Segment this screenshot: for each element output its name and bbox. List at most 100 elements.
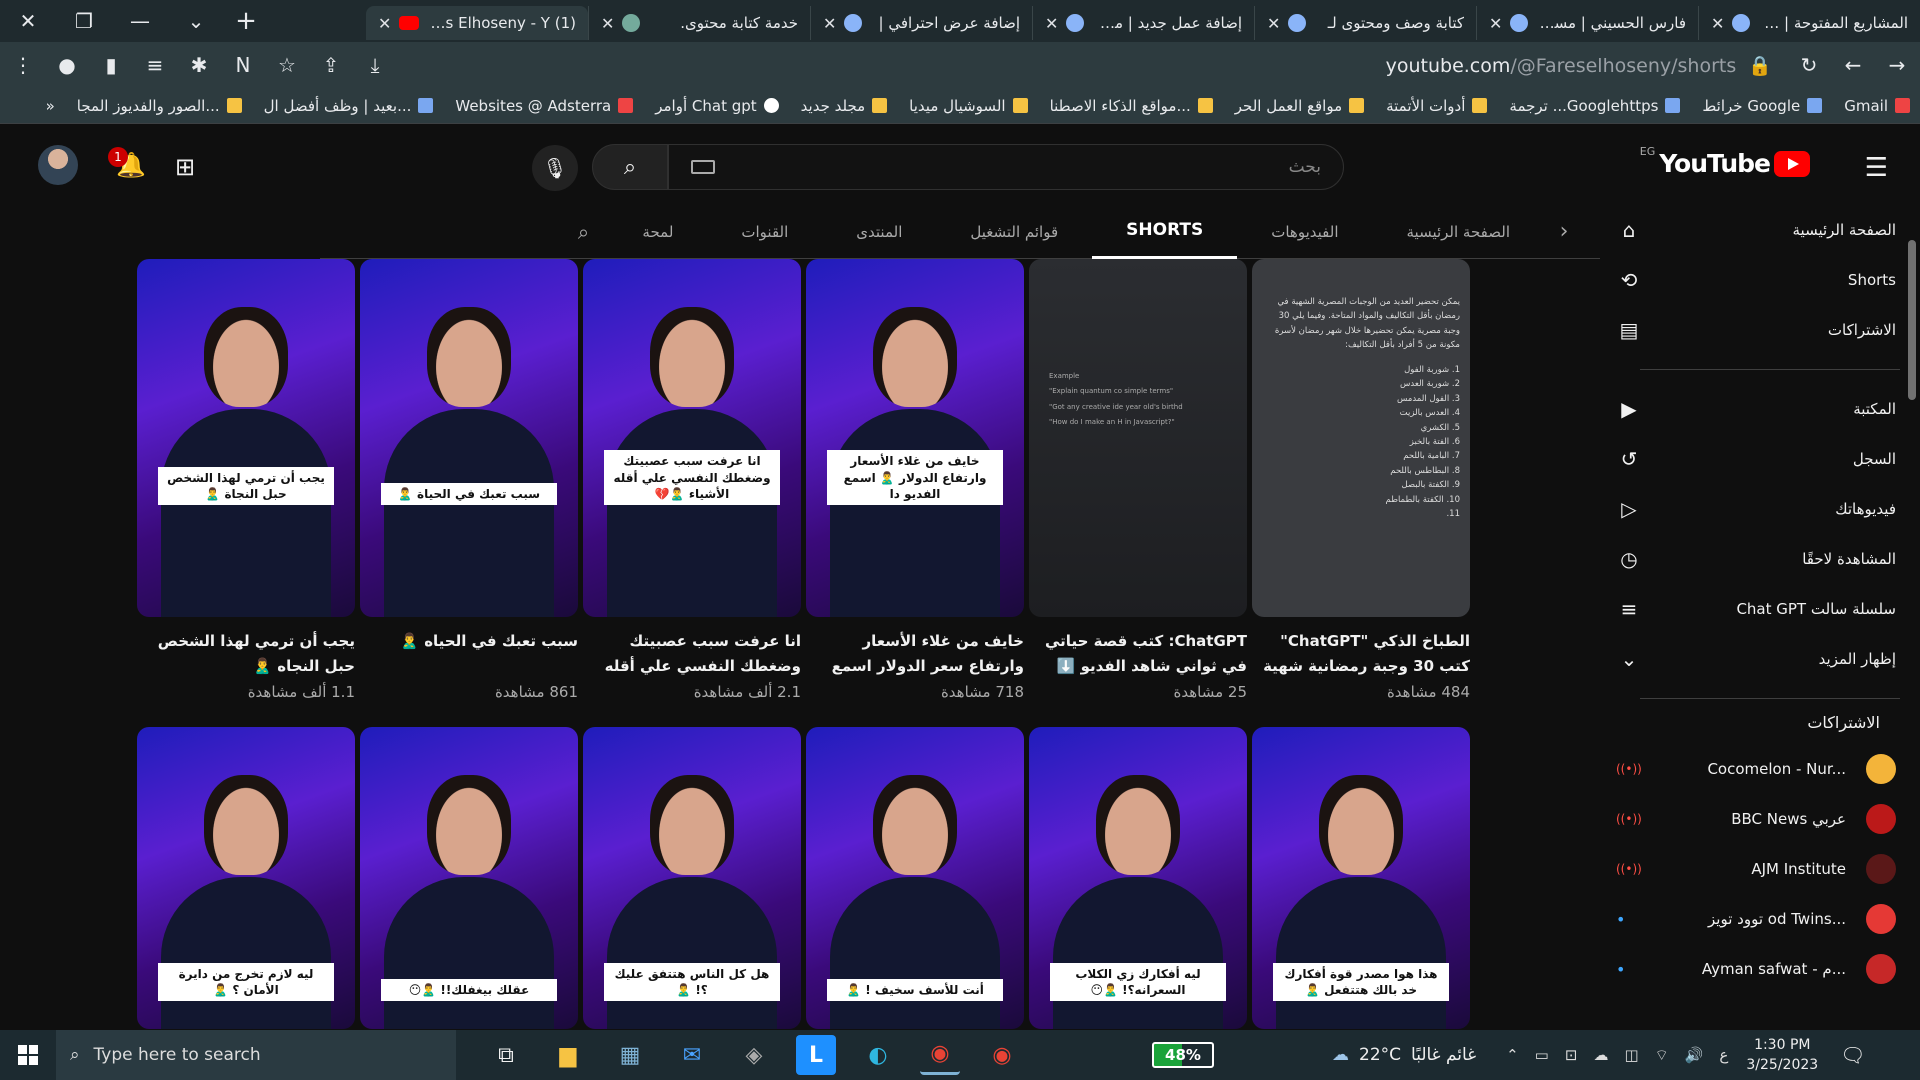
chrome-icon[interactable]: ◉ <box>920 1035 960 1075</box>
sidebar-item[interactable]: ⟲ Shorts <box>1616 255 1920 305</box>
short-thumbnail[interactable]: عقلك بيغفلك!! 🙎‍♂️😶 <box>360 727 578 1029</box>
menu-kebab-icon[interactable]: ⋮ <box>10 53 36 77</box>
bookmark-item[interactable]: الصور والفديوز المجا... <box>77 97 242 115</box>
short-card[interactable]: ليه لازم تخرج من دايرة الأمان ؟ 🙎‍♂️ <box>137 727 355 1029</box>
subscription-item[interactable]: AJM Institute ((•)) <box>1616 844 1920 894</box>
tab-close-icon[interactable]: ✕ <box>601 14 614 33</box>
short-thumbnail[interactable]: Example "Explain quantum co simple terms"… <box>1029 259 1247 617</box>
short-card[interactable]: سبب تعبك في الحياة 🙎‍♂️ سبب تعبك في الحيا… <box>360 259 578 701</box>
sidebar-item[interactable]: ≡ سلسلة سالت Chat GPT <box>1616 584 1920 634</box>
sidebar-item[interactable]: ◷ المشاهدة لاحقًا <box>1616 534 1920 584</box>
davinci-icon[interactable]: ◈ <box>734 1035 774 1075</box>
weather-widget[interactable]: ☁ 22°C غائم غالبًا <box>1332 1045 1476 1065</box>
share-icon[interactable]: ⇪ <box>318 53 344 77</box>
sidebar-item[interactable]: ⌂ الصفحة الرئيسية <box>1616 205 1920 255</box>
tab-close-icon[interactable]: ✕ <box>823 14 836 33</box>
short-thumbnail[interactable]: ليه أفكارك زي الكلاب السعرانه؟! 🙎‍♂️😶 <box>1029 727 1247 1029</box>
short-title[interactable]: ChatGPT: كتب قصة حياتي في ثواني شاهد الف… <box>1029 629 1247 681</box>
short-card[interactable]: ليه أفكارك زي الكلاب السعرانه؟! 🙎‍♂️😶 <box>1029 727 1247 1029</box>
restore-window-button[interactable]: ❐ <box>56 0 112 42</box>
account-avatar[interactable] <box>38 145 78 185</box>
reading-list-icon[interactable]: ≡ <box>142 53 168 77</box>
short-thumbnail[interactable]: خايف من غلاء الأسعار وارتفاع الدولار 🙎‍♂… <box>806 259 1024 617</box>
short-card[interactable]: هل كل الناس هتتفق عليك ؟! 🙎‍♂️ <box>583 727 801 1029</box>
bookmark-item[interactable]: مجلد جديد <box>801 97 888 115</box>
minimize-window-button[interactable]: — <box>112 0 168 42</box>
create-video-icon[interactable]: ⊞ <box>175 153 195 181</box>
bookmark-item[interactable]: السوشيال ميديا <box>909 97 1028 115</box>
search-button[interactable]: ⌕ <box>592 144 668 190</box>
short-thumbnail[interactable]: ليه لازم تخرج من دايرة الأمان ؟ 🙎‍♂️ <box>137 727 355 1029</box>
tab-close-icon[interactable]: ✕ <box>1267 14 1280 33</box>
sidebar-item[interactable]: ▷ فيديوهاتك <box>1616 484 1920 534</box>
wifi-icon[interactable]: ⌔ <box>1655 1046 1669 1065</box>
back-icon[interactable]: ← <box>1840 53 1866 77</box>
bookmark-item[interactable]: أدوات الأتمتة <box>1386 97 1488 115</box>
short-thumbnail[interactable]: هذا هوا مصدر قوة أفكارك خد بالك هتتفعل 🙎… <box>1252 727 1470 1029</box>
short-card[interactable]: يمكن تحضير العديد من الوجبات المصرية الش… <box>1252 259 1470 701</box>
browser-tab[interactable]: (1) Fares Elhoseny - Y ✕ <box>366 6 588 40</box>
notion-extension-icon[interactable]: N <box>230 53 256 77</box>
language-indicator[interactable]: ع <box>1719 1046 1728 1064</box>
subscription-item[interactable]: توود تويز od Twins... • <box>1616 894 1920 944</box>
chrome-profile-icon[interactable]: ◉ <box>982 1035 1022 1075</box>
browser-tab[interactable]: خدمة كتابة محتوى. ✕ <box>588 6 810 40</box>
channel-tab[interactable]: الصفحة الرئيسية <box>1373 205 1545 259</box>
hamburger-menu-icon[interactable]: ☰ <box>1865 153 1888 183</box>
short-title[interactable]: الطباخ الذكي "ChatGPT" كتب 30 وجبة رمضان… <box>1252 629 1470 681</box>
bookmark-item[interactable]: مواقع العمل الحر <box>1235 97 1365 115</box>
subscription-item[interactable]: Cocomelon - Nur... ((•)) <box>1616 744 1920 794</box>
channel-tab[interactable]: الفيديوهات <box>1237 205 1372 259</box>
short-card[interactable]: انا عرفت سبب عصبيتك وضغطك النفسي علي أقل… <box>583 259 801 701</box>
file-explorer-icon[interactable]: ▆ <box>548 1035 588 1075</box>
l-app-icon[interactable]: L <box>796 1035 836 1075</box>
new-tab-button[interactable]: + <box>224 0 268 42</box>
short-thumbnail[interactable]: انا عرفت سبب عصبيتك وضغطك النفسي علي أقل… <box>583 259 801 617</box>
tab-close-icon[interactable]: ✕ <box>1711 14 1724 33</box>
short-title[interactable]: انا عرفت سبب عصبيتك وضغطك النفسي علي أقل… <box>583 629 801 681</box>
voice-search-button[interactable]: 🎙 <box>532 145 578 191</box>
channel-tab[interactable]: لمحة <box>608 205 707 259</box>
short-card[interactable]: خايف من غلاء الأسعار وارتفاع الدولار 🙎‍♂… <box>806 259 1024 701</box>
url-field[interactable]: youtube.com/@Fareselhoseny/shorts 🔒 <box>406 54 1778 77</box>
sidebar-item[interactable]: ▤ الاشتراكات <box>1616 305 1920 355</box>
install-app-icon[interactable]: ⤓ <box>362 53 388 77</box>
sidebar-item[interactable]: ▶ المكتبة <box>1616 384 1920 434</box>
short-thumbnail[interactable]: يمكن تحضير العديد من الوجبات المصرية الش… <box>1252 259 1470 617</box>
short-thumbnail[interactable]: يجب أن ترمي لهذا الشخص حبل النجاة 🙎‍♂️ <box>137 259 355 617</box>
meet-icon[interactable]: ⊡ <box>1565 1046 1578 1064</box>
subscription-item[interactable]: Ayman safwat - م... • <box>1616 944 1920 994</box>
store-icon[interactable]: ▦ <box>610 1035 650 1075</box>
tray-chevron-icon[interactable]: ⌃ <box>1506 1046 1519 1064</box>
youtube-logo[interactable]: EG YouTube <box>1640 145 1810 178</box>
bookmark-star-icon[interactable]: ☆ <box>274 53 300 77</box>
profile-avatar[interactable]: ● <box>54 53 80 77</box>
taskbar-search[interactable]: ⌕ Type here to search <box>56 1030 456 1080</box>
channel-tab[interactable]: القنوات <box>707 205 822 259</box>
reload-icon[interactable]: ↻ <box>1796 53 1822 77</box>
search-input[interactable] <box>727 157 1321 177</box>
browser-tab[interactable]: فارس الحسيني | مستقل ✕ <box>1476 6 1698 40</box>
bookmark-item[interactable]: مواقع الذكاء الاصطنا... <box>1050 97 1213 115</box>
keyboard-icon[interactable] <box>691 160 715 174</box>
tabs-scroll-chevron-icon[interactable]: › <box>1544 219 1584 244</box>
channel-search-icon[interactable]: ⌕ <box>558 220 608 244</box>
browser-tab[interactable]: المشاريع المفتوحة | مس ✕ <box>1698 6 1920 40</box>
battery-icon[interactable]: ▭ <box>1535 1046 1549 1064</box>
tab-search-button[interactable]: ⌄ <box>168 0 224 42</box>
bookmark-item[interactable]: Gmail <box>1844 97 1910 115</box>
bookmark-item[interactable]: بعيد | وظف أفضل ال... <box>264 97 434 115</box>
short-card[interactable]: أنت للأسف سخيف ! 🙎‍♂️ <box>806 727 1024 1029</box>
notifications-icon[interactable]: 🗨 <box>1840 1043 1865 1067</box>
start-button[interactable] <box>0 1030 56 1080</box>
short-thumbnail[interactable]: سبب تعبك في الحياة 🙎‍♂️ <box>360 259 578 617</box>
short-title[interactable]: سبب تعبك في الحياه 🙎‍♂️ <box>360 629 578 681</box>
channel-tab[interactable]: المنتدى <box>822 205 936 259</box>
sidebar-item[interactable]: ⌄ إظهار المزيد <box>1616 634 1920 684</box>
short-thumbnail[interactable]: هل كل الناس هتتفق عليك ؟! 🙎‍♂️ <box>583 727 801 1029</box>
page-scrollbar[interactable] <box>1908 240 1916 400</box>
bookmarks-overflow-icon[interactable]: » <box>46 97 55 115</box>
onedrive-icon[interactable]: ☁ <box>1593 1046 1608 1064</box>
tab-close-icon[interactable]: ✕ <box>1489 14 1502 33</box>
bookmark-item[interactable]: ترجمة ...Googlehttps <box>1509 97 1681 115</box>
